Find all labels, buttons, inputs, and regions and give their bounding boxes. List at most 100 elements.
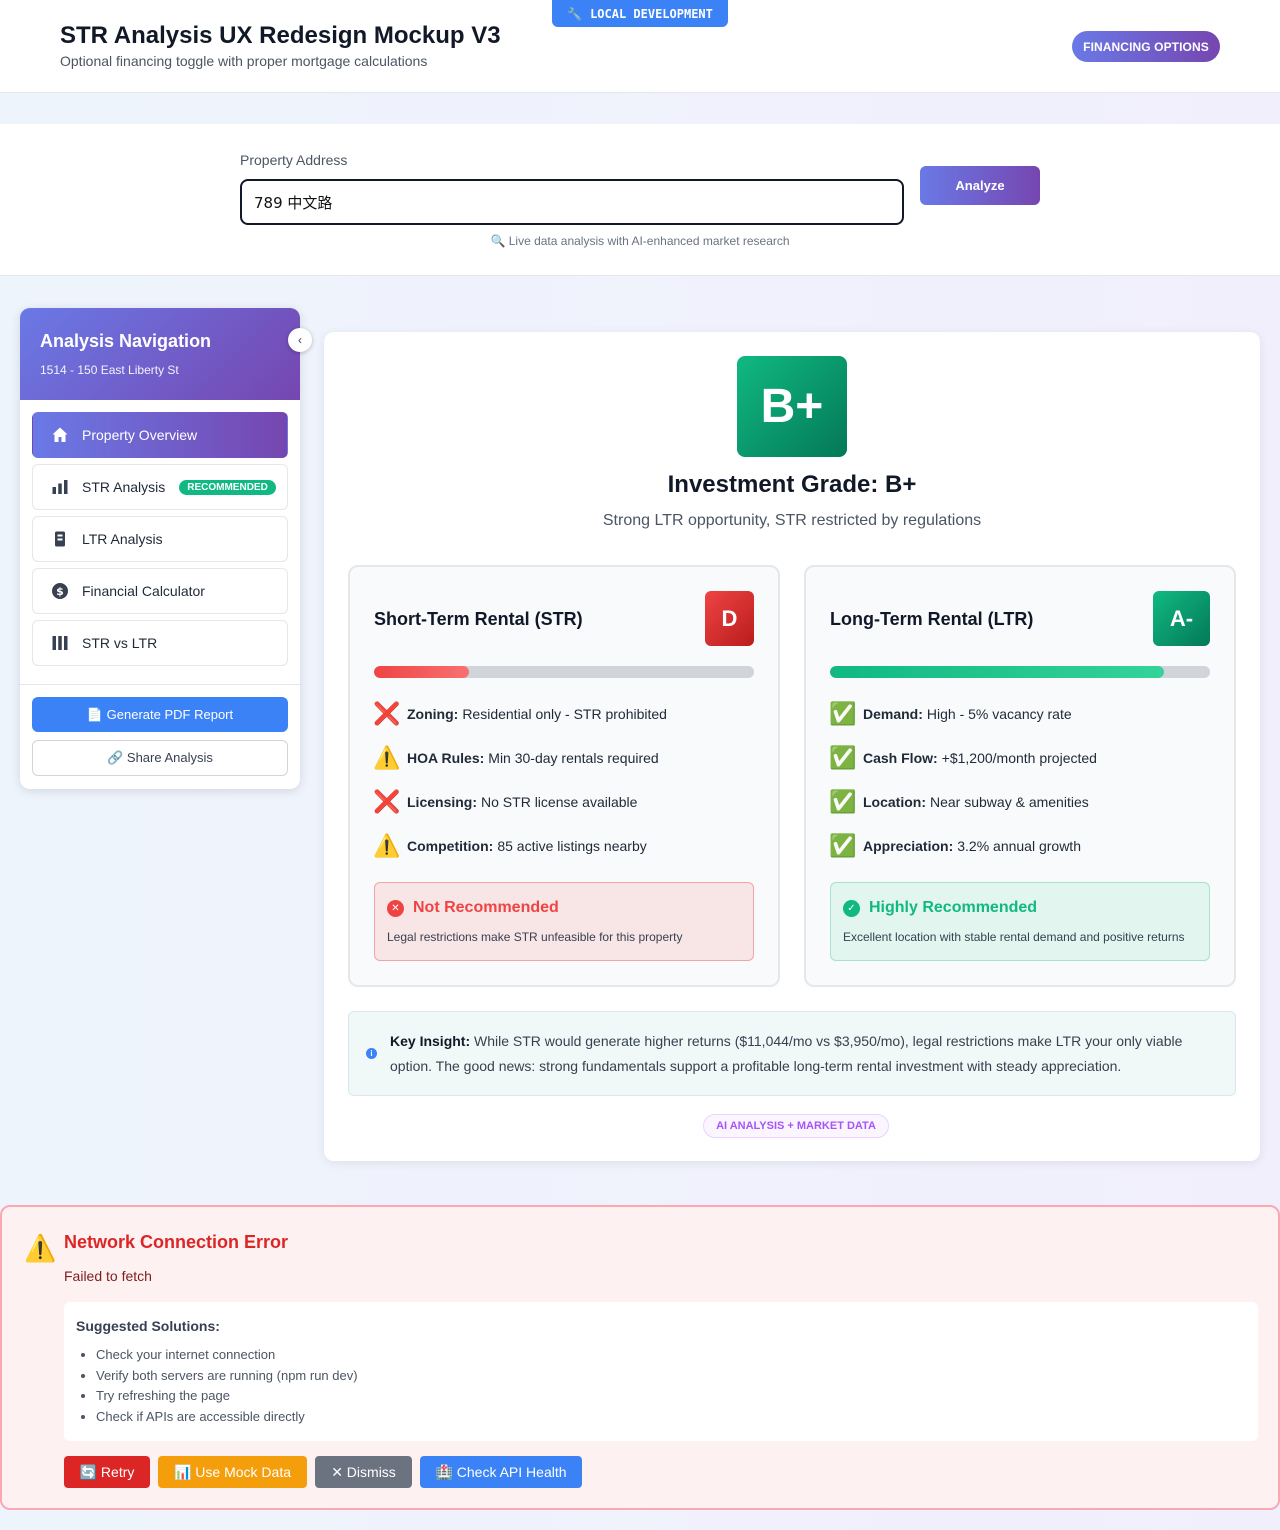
str-factor-competition: ⚠️ Competition: 85 active listings nearb… <box>373 833 646 859</box>
factor-text: Residential only - STR prohibited <box>462 706 667 722</box>
solutions-title: Suggested Solutions: <box>76 1318 220 1334</box>
address-search-section: Property Address Analyze 🔍 Live data ana… <box>0 124 1280 276</box>
sidebar-item-label: LTR Analysis <box>82 531 163 547</box>
warning-icon: ⚠️ <box>373 745 401 770</box>
address-input[interactable] <box>240 179 904 225</box>
app-header: STR Analysis UX Redesign Mockup V3 Optio… <box>0 0 1280 93</box>
sidebar-item-ltr-analysis[interactable]: LTR Analysis <box>32 516 288 562</box>
str-grade-badge: D <box>705 591 754 646</box>
sidebar-item-property-overview[interactable]: Property Overview <box>32 412 288 458</box>
ltr-verdict-header: ✓ Highly Recommended <box>843 899 1037 917</box>
sidebar-header: Analysis Navigation 1514 - 150 East Libe… <box>20 308 300 400</box>
str-verdict-box: ✕ Not Recommended Legal restrictions mak… <box>374 882 754 961</box>
check-icon: ✅ <box>829 789 857 814</box>
str-factor-hoa: ⚠️ HOA Rules: Min 30-day rentals require… <box>373 745 658 771</box>
home-icon <box>51 426 69 444</box>
ltr-score-bar <box>830 666 1210 678</box>
check-api-health-button[interactable]: 🏥 Check API Health <box>420 1456 582 1488</box>
generate-pdf-button[interactable]: 📄 Generate PDF Report <box>32 697 288 732</box>
str-score-fill <box>374 666 469 678</box>
property-overview-card: B+ Investment Grade: B+ Strong LTR oppor… <box>324 332 1260 1161</box>
ltr-verdict-title: Highly Recommended <box>869 899 1038 916</box>
str-verdict-text: Legal restrictions make STR unfeasible f… <box>387 930 683 944</box>
list-item: Verify both servers are running (npm run… <box>96 1366 358 1387</box>
sidebar-item-str-vs-ltr[interactable]: STR vs LTR <box>32 620 288 666</box>
cross-icon: ❌ <box>373 701 401 726</box>
x-circle-icon: ✕ <box>387 899 404 917</box>
network-error-panel: ⚠️ Network Connection Error Failed to fe… <box>0 1205 1280 1510</box>
factor-label: Competition: <box>407 838 494 854</box>
list-item: Check your internet connection <box>96 1345 358 1366</box>
sidebar-item-financial-calculator[interactable]: $ Financial Calculator <box>32 568 288 614</box>
sidebar-title: Analysis Navigation <box>40 331 212 351</box>
sidebar-divider <box>20 684 300 685</box>
analysis-hint: 🔍 Live data analysis with AI-enhanced ma… <box>490 234 790 248</box>
recommended-badge: RECOMMENDED <box>179 479 276 495</box>
factor-text: 3.2% annual growth <box>957 838 1081 854</box>
factor-text: +$1,200/month projected <box>941 750 1097 766</box>
investment-grade-subtitle: Strong LTR opportunity, STR restricted b… <box>602 512 982 529</box>
check-circle-icon: ✓ <box>843 899 860 917</box>
ltr-factor-demand: ✅ Demand: High - 5% vacancy rate <box>829 701 1072 727</box>
investment-grade-title: Investment Grade: B+ <box>667 471 917 498</box>
solutions-list: Check your internet connection Verify bo… <box>96 1345 358 1428</box>
key-insight-label: Key Insight: <box>390 1033 471 1049</box>
key-insight-body: While STR would generate higher returns … <box>390 1033 1183 1074</box>
key-insight-box: i Key Insight: While STR would generate … <box>348 1011 1236 1096</box>
factor-label: Zoning: <box>407 706 459 722</box>
ltr-verdict-text: Excellent location with stable rental de… <box>843 930 1185 944</box>
retry-button[interactable]: 🔄 Retry <box>64 1456 150 1488</box>
factor-text: No STR license available <box>481 794 638 810</box>
factor-label: Location: <box>863 794 926 810</box>
ltr-factor-location: ✅ Location: Near subway & amenities <box>829 789 1089 815</box>
str-card-title: Short-Term Rental (STR) <box>374 609 583 629</box>
dismiss-button[interactable]: ✕ Dismiss <box>315 1456 412 1488</box>
page-title: STR Analysis UX Redesign Mockup V3 <box>60 22 501 49</box>
sidebar-item-label: Property Overview <box>82 427 198 443</box>
ltr-score-fill <box>830 666 1165 678</box>
sidebar-item-label: STR Analysis <box>82 479 166 495</box>
str-factor-licensing: ❌ Licensing: No STR license available <box>373 789 638 815</box>
sidebar-item-label: Financial Calculator <box>82 583 205 599</box>
ltr-factor-appreciation: ✅ Appreciation: 3.2% annual growth <box>829 833 1081 859</box>
str-verdict-title: Not Recommended <box>413 899 559 916</box>
analyze-button[interactable]: Analyze <box>920 166 1040 205</box>
ltr-factor-cash-flow: ✅ Cash Flow: +$1,200/month projected <box>829 745 1097 771</box>
dev-badge-label: LOCAL DEVELOPMENT <box>590 6 713 21</box>
factor-text: High - 5% vacancy rate <box>926 706 1072 722</box>
factor-text: Near subway & amenities <box>930 794 1089 810</box>
factor-label: Demand: <box>863 706 923 722</box>
building-icon <box>51 530 69 548</box>
sidebar-item-str-analysis[interactable]: STR Analysis RECOMMENDED <box>32 464 288 510</box>
list-item: Check if APIs are accessible directly <box>96 1407 358 1428</box>
warning-icon: ⚠️ <box>24 1233 57 1263</box>
warning-icon: ⚠️ <box>373 833 401 858</box>
columns-icon <box>51 634 69 652</box>
check-icon: ✅ <box>829 745 857 770</box>
error-title: Network Connection Error <box>64 1232 289 1252</box>
error-message: Failed to fetch <box>64 1268 152 1284</box>
factor-label: Cash Flow: <box>863 750 938 766</box>
investment-grade-badge: B+ <box>737 356 847 457</box>
financing-options-button[interactable]: FINANCING OPTIONS <box>1072 31 1220 62</box>
str-score-bar <box>374 666 754 678</box>
ltr-summary-card: Long-Term Rental (LTR) A- ✅ Demand: High… <box>804 565 1236 987</box>
ltr-card-title: Long-Term Rental (LTR) <box>830 609 1034 629</box>
str-verdict-header: ✕ Not Recommended <box>387 899 559 917</box>
ai-analysis-badge: AI ANALYSIS + MARKET DATA <box>703 1114 889 1138</box>
sidebar-item-label: STR vs LTR <box>82 635 158 651</box>
address-label: Property Address <box>240 152 348 168</box>
use-mock-data-button[interactable]: 📊 Use Mock Data <box>158 1456 307 1488</box>
cross-icon: ❌ <box>373 789 401 814</box>
sidebar-address: 1514 - 150 East Liberty St <box>40 363 179 377</box>
list-item: Try refreshing the page <box>96 1386 358 1407</box>
check-icon: ✅ <box>829 701 857 726</box>
svg-text:$: $ <box>56 585 64 598</box>
str-factor-zoning: ❌ Zoning: Residential only - STR prohibi… <box>373 701 667 727</box>
share-analysis-button[interactable]: 🔗 Share Analysis <box>32 740 288 776</box>
sidebar-collapse-button[interactable]: ‹ <box>288 328 312 352</box>
suggested-solutions-box: Suggested Solutions: Check your internet… <box>64 1302 1258 1441</box>
key-insight-text: Key Insight: While STR would generate hi… <box>390 1029 1210 1079</box>
info-icon: i <box>366 1048 377 1059</box>
bar-chart-icon <box>51 478 69 496</box>
